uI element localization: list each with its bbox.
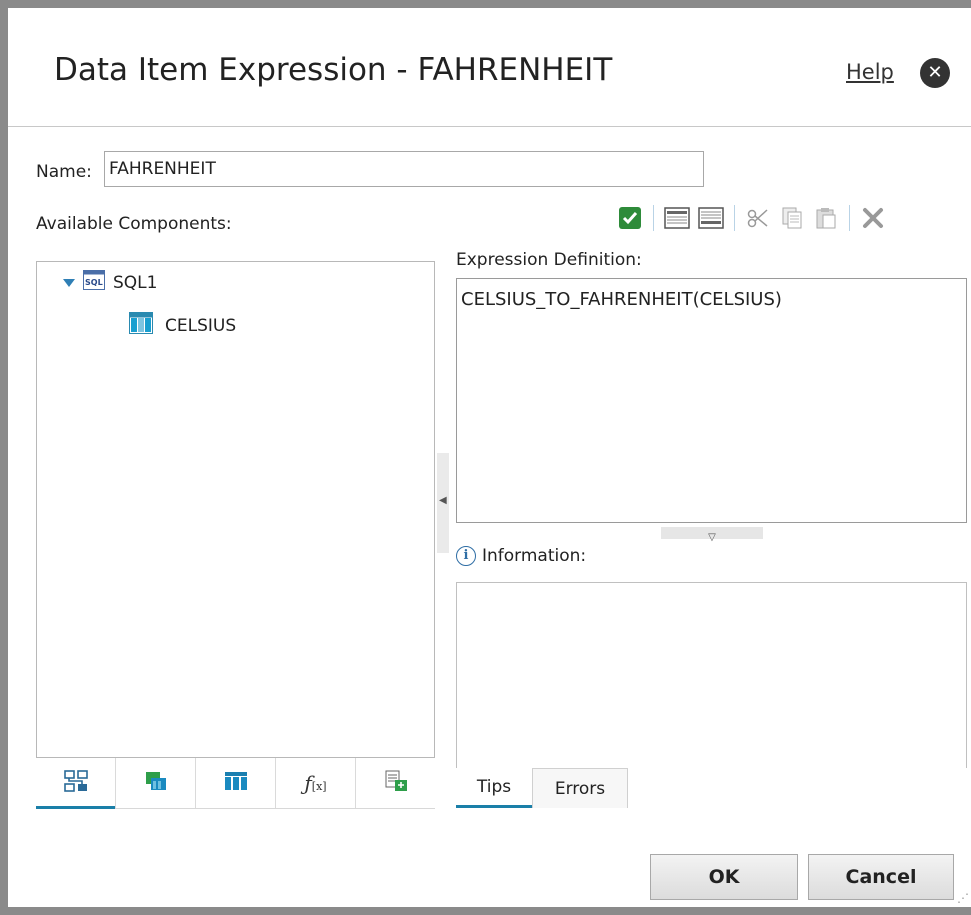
columns-icon: [224, 770, 248, 796]
horizontal-splitter[interactable]: ▽: [661, 527, 763, 543]
close-icon[interactable]: ✕: [920, 58, 950, 88]
available-components-label: Available Components:: [36, 214, 232, 234]
paste-icon[interactable]: [813, 205, 839, 231]
title-divider: [8, 126, 971, 127]
column-icon: [129, 312, 153, 339]
tab-tree-view[interactable]: [36, 758, 116, 809]
cancel-button[interactable]: Cancel: [808, 854, 954, 900]
tree-view-icon: [63, 770, 88, 796]
tree-node-label: SQL1: [113, 272, 158, 293]
info-icon: i: [456, 546, 476, 566]
vertical-splitter[interactable]: ◀: [437, 453, 449, 553]
tab-functions[interactable]: ƒ[x]: [276, 758, 356, 808]
data-item-expression-dialog: Data Item Expression - FAHRENHEIT Help ✕…: [0, 0, 971, 915]
collapse-left-icon[interactable]: ◀: [439, 495, 447, 506]
help-link[interactable]: Help: [846, 60, 894, 84]
function-icon: ƒ[x]: [304, 771, 327, 795]
tab-errors[interactable]: Errors: [532, 768, 628, 808]
collapse-down-icon[interactable]: ▽: [708, 532, 716, 543]
tree-node-sql1[interactable]: SQL SQL1: [63, 270, 157, 295]
expression-toolbar: [613, 203, 890, 233]
information-header: i Information:: [456, 546, 586, 566]
resize-grip-icon[interactable]: ⋰: [957, 891, 969, 905]
cut-icon[interactable]: [745, 205, 771, 231]
sql-icon: SQL: [83, 270, 105, 295]
expand-triangle-icon[interactable]: [63, 278, 75, 287]
dialog-title: Data Item Expression - FAHRENHEIT: [54, 52, 613, 88]
parameters-icon: [384, 770, 408, 796]
toolbar-separator: [653, 205, 654, 231]
components-tab-bar: ƒ[x]: [36, 758, 435, 809]
name-input[interactable]: [104, 151, 704, 187]
validate-icon[interactable]: [617, 205, 643, 231]
tab-parameters[interactable]: [356, 758, 435, 808]
expression-definition-editor[interactable]: [456, 278, 967, 523]
expression-definition-label: Expression Definition:: [456, 250, 642, 270]
information-panel: [456, 582, 967, 768]
tab-tips[interactable]: Tips: [456, 768, 532, 808]
delete-icon[interactable]: [860, 205, 886, 231]
tab-data-items[interactable]: [116, 758, 196, 808]
tree-node-celsius[interactable]: CELSIUS: [129, 312, 236, 339]
tab-columns[interactable]: [196, 758, 276, 808]
data-items-icon: [144, 770, 168, 796]
available-components-tree: SQL SQL1 CELSIUS: [36, 261, 435, 758]
svg-text:SQL: SQL: [85, 278, 103, 287]
ok-button[interactable]: OK: [650, 854, 798, 900]
toolbar-separator: [849, 205, 850, 231]
tree-node-label: CELSIUS: [165, 315, 237, 336]
insert-above-icon[interactable]: [664, 205, 690, 231]
insert-below-icon[interactable]: [698, 205, 724, 231]
name-label: Name:: [36, 162, 92, 182]
information-tab-bar: Tips Errors: [456, 768, 628, 810]
copy-icon[interactable]: [779, 205, 805, 231]
information-label: Information:: [482, 546, 587, 566]
toolbar-separator: [734, 205, 735, 231]
